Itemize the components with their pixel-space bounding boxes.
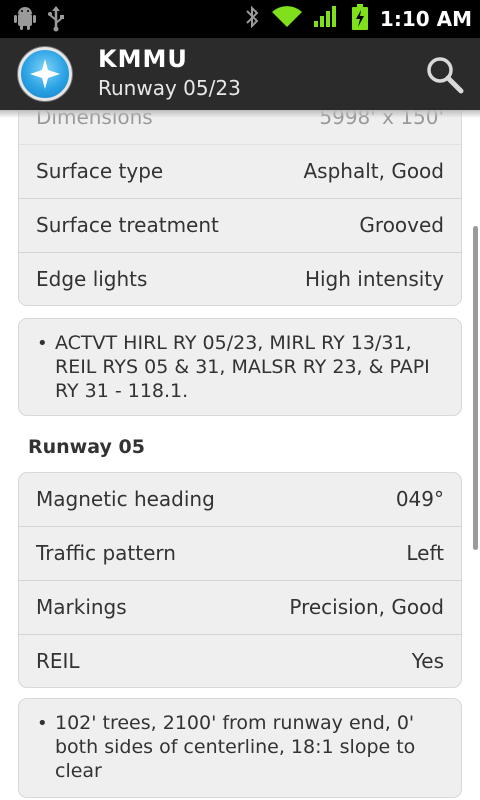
row-label: REIL — [36, 649, 80, 673]
scrollbar[interactable] — [473, 226, 478, 550]
row-label: Surface treatment — [36, 213, 219, 237]
row-value: Yes — [411, 649, 444, 673]
section-title-runway-05: Runway 05 — [28, 436, 145, 458]
runway-info-row: Surface type Asphalt, Good — [19, 145, 461, 199]
bullet: • — [37, 713, 48, 734]
android-debug-icon — [14, 6, 36, 36]
runway-05-row: Markings Precision, Good — [19, 581, 461, 635]
row-label: Markings — [36, 595, 127, 619]
runway-info-card: Dimensions 5998' x 150' Surface type Asp… — [18, 110, 462, 306]
row-label: Edge lights — [36, 267, 148, 291]
status-bar: 1:10 AM — [0, 0, 480, 38]
runway-05-row: Traffic pattern Left — [19, 527, 461, 581]
clock-time: 1:10 AM — [379, 7, 472, 31]
search-button[interactable] — [424, 54, 466, 96]
signal-icon — [313, 5, 340, 33]
battery-charging-icon — [351, 4, 368, 34]
runway-remarks-note: • ACTVT HIRL RY 05/23, MIRL RY 13/31, RE… — [18, 318, 462, 416]
row-value: Precision, Good — [289, 595, 444, 619]
bluetooth-icon — [244, 5, 260, 33]
runway-info-row: Edge lights High intensity — [19, 253, 461, 307]
runway-subtitle: Runway 05/23 — [98, 76, 241, 100]
row-value: Grooved — [359, 213, 444, 237]
wifi-icon — [271, 5, 302, 33]
remark-text: ACTVT HIRL RY 05/23, MIRL RY 13/31, REIL… — [55, 332, 430, 402]
action-bar: KMMU Runway 05/23 — [0, 38, 480, 110]
action-bar-shadow — [0, 110, 480, 118]
search-icon — [427, 57, 464, 94]
row-label: Traffic pattern — [36, 541, 176, 565]
row-value: Left — [406, 541, 444, 565]
runway-05-card: Magnetic heading 049° Traffic pattern Le… — [18, 472, 462, 688]
row-label: Magnetic heading — [36, 487, 215, 511]
runway-05-row: REIL Yes — [19, 635, 461, 689]
row-value: 049° — [395, 487, 444, 511]
runway-details-scroll[interactable]: Dimensions 5998' x 150' Surface type Asp… — [0, 110, 480, 800]
row-value: Asphalt, Good — [303, 159, 444, 183]
bullet: • — [37, 333, 48, 354]
row-value: High intensity — [304, 267, 444, 291]
usb-icon — [46, 6, 66, 36]
runway-info-row: Surface treatment Grooved — [19, 199, 461, 253]
runway-05-remarks-note: • 102' trees, 2100' from runway end, 0' … — [18, 698, 462, 798]
runway-05-row: Magnetic heading 049° — [19, 473, 461, 527]
airplane-logo-icon[interactable] — [18, 47, 72, 101]
row-label: Surface type — [36, 159, 164, 183]
remark-text: 102' trees, 2100' from runway end, 0' bo… — [55, 712, 416, 782]
airport-code-title: KMMU — [98, 45, 188, 73]
